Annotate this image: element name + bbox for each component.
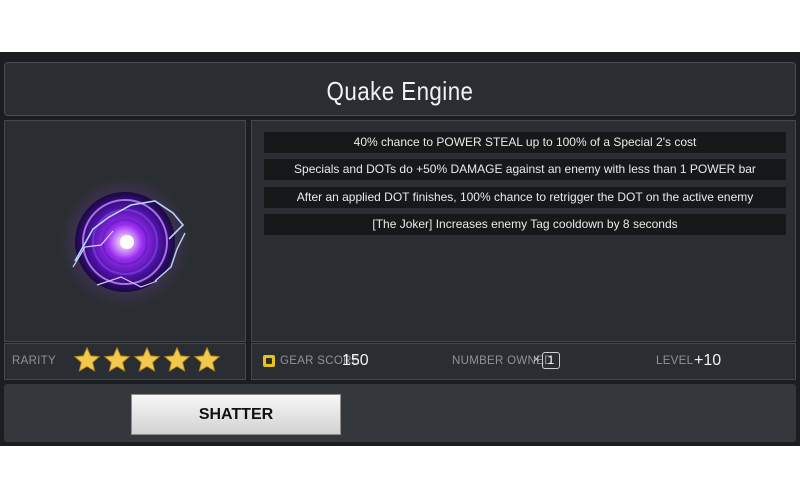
gear-score-icon [263, 355, 275, 367]
star-icon [163, 346, 191, 373]
gear-score-value: 150 [342, 352, 369, 369]
rarity-stars [73, 346, 221, 376]
effect-line: [The Joker] Increases enemy Tag cooldown… [264, 214, 786, 235]
effect-line: Specials and DOTs do +50% DAMAGE against… [264, 159, 786, 180]
effect-line: 40% chance to POWER STEAL up to 100% of … [264, 132, 786, 153]
star-icon [103, 346, 131, 373]
title-bar: Quake Engine [4, 62, 796, 116]
star-icon [73, 346, 101, 373]
star-icon [193, 346, 221, 373]
number-owned-value: 1 [542, 352, 560, 369]
number-owned-prefix: × [533, 354, 541, 366]
star-icon [133, 346, 161, 373]
item-title: Quake Engine [326, 76, 474, 106]
rarity-label: RARITY [12, 355, 56, 367]
quake-engine-icon [59, 176, 191, 308]
shatter-button[interactable]: SHATTER [131, 394, 341, 435]
item-image-box [4, 120, 246, 342]
action-bar [4, 384, 796, 442]
level-label: LEVEL [656, 355, 694, 367]
level-value: +10 [694, 352, 722, 369]
effect-line: After an applied DOT finishes, 100% chan… [264, 187, 786, 208]
